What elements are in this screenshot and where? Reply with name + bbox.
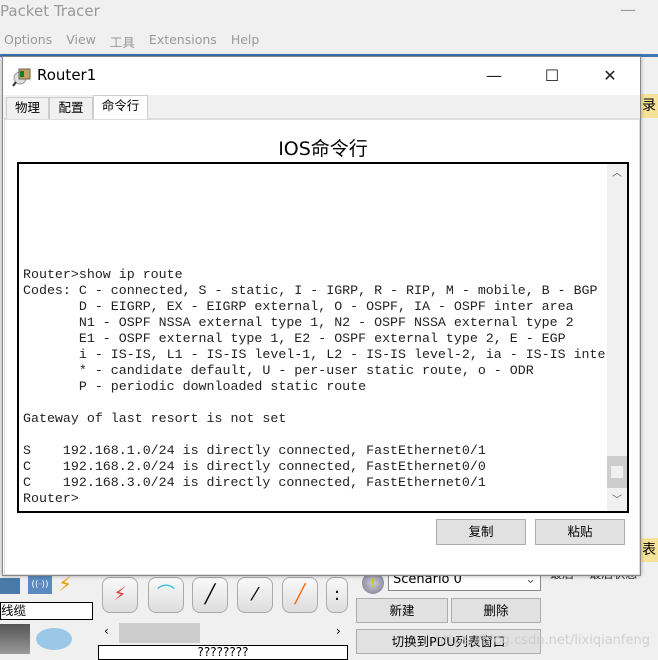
scroll-thumb[interactable] (607, 456, 627, 488)
phone-cable-tool[interactable]: : (326, 577, 348, 613)
scroll-down-icon[interactable]: ﹀ (607, 491, 627, 511)
scroll-thumb[interactable] (119, 623, 200, 643)
terminal-line: P - periodic downloaded static route (23, 379, 367, 394)
tools-scrollbar[interactable]: ‹ › (100, 623, 348, 643)
terminal-line: E1 - OSPF external type 1, E2 - OSPF ext… (23, 331, 566, 346)
menu-extensions[interactable]: Extensions (149, 32, 217, 51)
device-category-icon[interactable] (0, 578, 20, 594)
terminal-line: i - IS-IS, L1 - IS-IS level-1, L2 - IS-I… (23, 347, 606, 362)
terminal-line: * - candidate default, U - per-user stat… (23, 363, 534, 378)
tab-config[interactable]: 配置 (49, 97, 93, 119)
terminal-line: D - EIGRP, EX - EIGRP external, O - OSPF… (23, 299, 574, 314)
category-label: 线缆 (0, 602, 93, 620)
terminal-scrollbar[interactable]: ︿ ﹀ (607, 164, 627, 511)
paste-button[interactable]: 粘贴 (535, 519, 625, 545)
auto-cable-tool[interactable]: ⚡ (102, 577, 138, 613)
terminal-line: Codes: C - connected, S - static, I - IG… (23, 283, 598, 298)
crossover-cable-tool[interactable]: ⁄ (237, 577, 273, 613)
menu-options[interactable]: Options (4, 32, 52, 51)
device-status-text: ???????? (98, 645, 348, 660)
tab-bar: 物理 配置 命令行 (3, 95, 640, 120)
terminal-line: Router> (23, 491, 79, 506)
new-scenario-button[interactable]: 新建 (356, 598, 448, 623)
delete-scenario-button[interactable]: 删除 (451, 598, 541, 623)
straight-cable-tool[interactable]: ╱ (192, 577, 228, 613)
router-dialog: Router1 — ☐ ✕ 物理 配置 命令行 IOS命令行 Router>sh… (2, 56, 641, 576)
terminal-line: C 192.168.3.0/24 is directly connected, … (23, 475, 486, 490)
scroll-up-icon[interactable]: ︿ (607, 164, 627, 184)
terminal-output[interactable]: Router>show ip route Codes: C - connected… (23, 267, 606, 507)
wireless-icon[interactable]: ((·)) (28, 576, 52, 594)
cli-panel: IOS命令行 Router>show ip route Codes: C - co… (4, 119, 640, 575)
tab-physical[interactable]: 物理 (6, 97, 49, 119)
copy-button[interactable]: 复制 (436, 519, 526, 545)
menu-bar: Options View 工具 Extensions Help (4, 32, 259, 51)
console-cable-tool[interactable]: ⌒ (148, 577, 184, 613)
watermark: https://blog.csdn.net/lixiqianfeng (435, 633, 650, 648)
close-button[interactable]: ✕ (587, 61, 633, 91)
title-bar[interactable]: Router1 — ☐ ✕ (3, 57, 640, 95)
terminal-line: C 192.168.2.0/24 is directly connected, … (23, 459, 486, 474)
maximize-button[interactable]: ☐ (529, 61, 575, 91)
terminal-line: S 192.168.1.0/24 is directly connected, … (23, 443, 486, 458)
app-minimize-button[interactable]: — (620, 0, 636, 19)
background-tab[interactable]: 表 (641, 538, 658, 562)
cloud-icon[interactable] (36, 628, 72, 650)
tab-cli[interactable]: 命令行 (93, 95, 148, 120)
fiber-cable-tool[interactable]: ╱ (282, 577, 318, 613)
scroll-right-icon[interactable]: › (336, 624, 341, 638)
menu-view[interactable]: View (66, 32, 96, 51)
menu-tools[interactable]: 工具 (110, 32, 135, 51)
terminal-line: Gateway of last resort is not set (23, 411, 287, 426)
menu-help[interactable]: Help (231, 32, 260, 51)
switch-icon[interactable] (0, 624, 30, 654)
terminal-line: N1 - OSPF NSSA external type 1, N2 - OSP… (23, 315, 574, 330)
panel-heading: IOS命令行 (278, 138, 368, 160)
app-title: Packet Tracer (0, 2, 100, 20)
minimize-button[interactable]: — (471, 61, 517, 91)
cli-terminal[interactable]: Router>show ip route Codes: C - connected… (17, 162, 629, 513)
dialog-title: Router1 (37, 66, 97, 84)
terminal-line: Router>show ip route (23, 267, 183, 282)
background-tab[interactable]: 录 (641, 94, 658, 118)
router-icon (12, 68, 31, 87)
scroll-left-icon[interactable]: ‹ (104, 624, 109, 638)
